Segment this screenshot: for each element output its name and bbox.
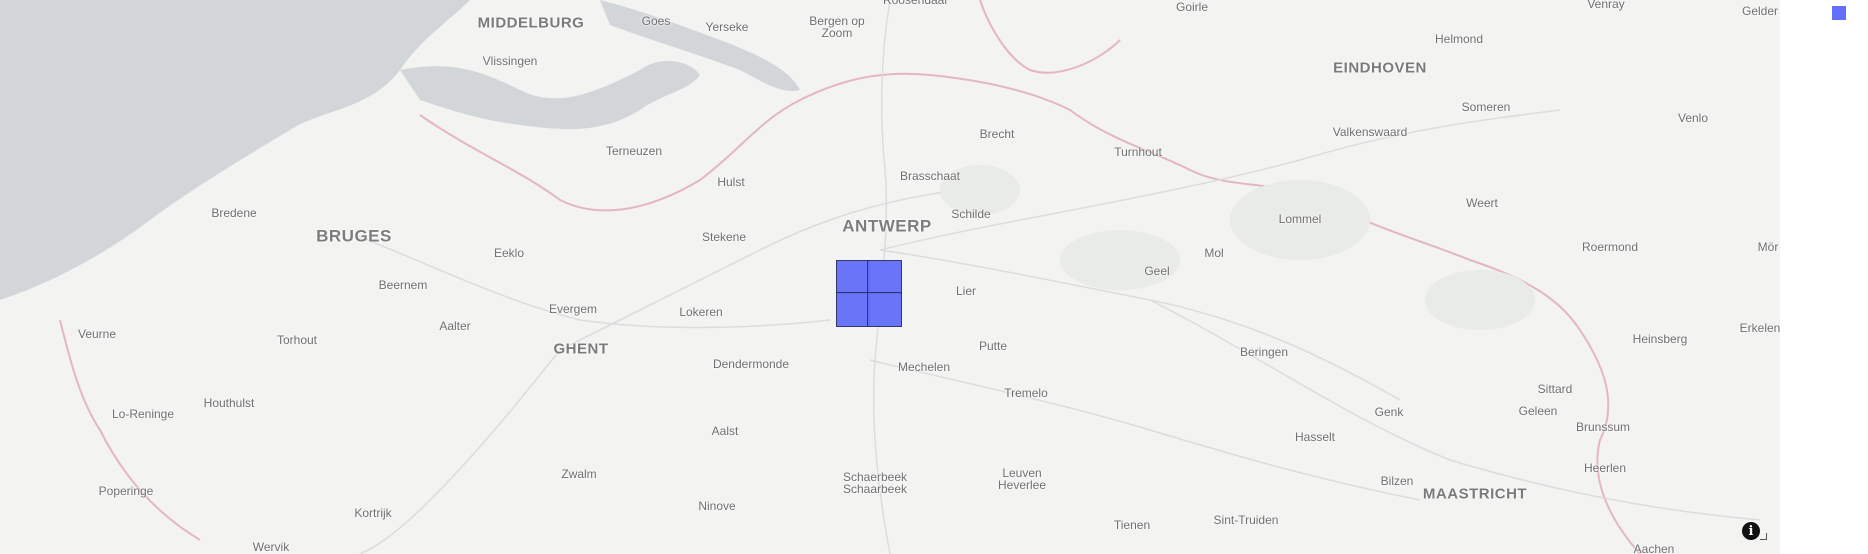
place-label-putte: Putte [978,339,1008,353]
place-label-venlo: Venlo [1677,111,1709,125]
place-label-kortrijk: Kortrijk [354,506,392,520]
place-label-lier: Lier [955,284,977,298]
place-label-sittard: Sittard [1537,382,1573,396]
resize-handle-icon [1760,533,1767,540]
place-label-sint-truiden: Sint-Truiden [1213,513,1279,527]
place-label-aachen: Aachen [1633,542,1675,554]
place-label-heinsberg: Heinsberg [1632,332,1688,346]
place-label-schilde: Schilde [951,207,991,221]
estuary [400,60,700,130]
grid-cell[interactable] [867,292,902,327]
place-label-stekene: Stekene [701,230,747,244]
place-label-houthulst: Houthulst [203,396,255,410]
place-label-tienen: Tienen [1113,518,1151,532]
place-label-hasselt: Hasselt [1294,430,1336,444]
place-label-goirle: Goirle [1175,0,1209,14]
border-line [59,319,201,541]
place-label-lo-reninge: Lo-Reninge [111,407,175,421]
place-label-goes: Goes [641,14,671,28]
place-label-brecht: Brecht [979,127,1015,141]
place-label-leuven: Leuven Heverlee [997,466,1047,492]
place-label-tremelo: Tremelo [1004,386,1048,400]
place-label-erkelen: Erkelen [1739,321,1780,335]
place-label-dendermonde: Dendermonde [712,357,790,371]
place-label-aalter: Aalter [439,319,471,333]
place-label-mol: Mol [1204,246,1224,260]
place-label-antwerp: ANTWERP [842,216,932,236]
place-label-mor: Mör [1757,240,1779,254]
place-label-lommel: Lommel [1278,212,1322,226]
place-label-schaerbeek: Schaerbeek Schaarbeek [842,470,908,496]
place-label-valkenswaard: Valkenswaard [1332,125,1408,139]
place-label-geleen: Geleen [1518,404,1558,418]
place-label-beernem: Beernem [378,278,428,292]
place-label-bruges: BRUGES [316,226,392,246]
place-label-turnhout: Turnhout [1114,145,1162,159]
place-label-beringen: Beringen [1239,345,1289,359]
place-label-eindhoven: EINDHOVEN [1333,59,1427,77]
place-label-yerseke: Yerseke [705,20,749,34]
place-label-gelder: Gelder [1741,4,1779,18]
place-label-hulst: Hulst [717,175,745,189]
place-label-zwalm: Zwalm [561,467,597,481]
place-label-ghent: GHENT [553,340,609,358]
place-label-bergen-op-zoom: Bergen op Zoom [809,14,865,40]
place-label-bredene: Bredene [211,206,257,220]
sea-area [0,0,470,300]
place-label-lokeren: Lokeren [679,305,723,319]
place-label-heerlen: Heerlen [1583,461,1627,475]
place-label-brunssum: Brunssum [1575,420,1631,434]
place-label-helmond: Helmond [1434,32,1484,46]
place-label-evergem: Evergem [548,302,598,316]
info-icon[interactable]: i [1742,522,1760,540]
place-label-someren: Someren [1461,100,1511,114]
place-label-brasschaat: Brasschaat [899,169,961,183]
place-label-middelburg: MIDDELBURG [477,14,585,32]
legend-swatch[interactable] [1832,6,1846,20]
place-label-genk: Genk [1374,405,1404,419]
legend[interactable] [1832,6,1846,20]
place-label-aalst: Aalst [711,424,739,438]
place-label-geel: Geel [1144,264,1170,278]
place-label-bilzen: Bilzen [1380,474,1414,488]
place-label-roosendaal: Roosendaal [882,0,948,7]
place-label-maastricht: MAASTRICHT [1422,485,1528,503]
place-label-terneuzen: Terneuzen [605,144,663,158]
grid-cell[interactable] [836,260,870,294]
place-label-vlissingen: Vlissingen [482,54,538,68]
place-label-mechelen: Mechelen [897,360,951,374]
grid-cell[interactable] [867,260,902,294]
place-label-weert: Weert [1466,196,1498,210]
map-canvas[interactable]: MIDDELBURG Goes Yerseke Bergen op Zoom Roose… [0,0,1780,554]
place-label-wervik: Wervik [252,540,290,554]
place-label-veurne: Veurne [77,327,117,341]
place-label-eeklo: Eeklo [493,246,525,260]
place-label-venray: Venray [1587,0,1625,11]
place-label-poperinge: Poperinge [98,484,154,498]
place-label-ninove: Ninove [698,499,736,513]
border-line [979,0,1121,74]
grid-cell[interactable] [836,292,870,327]
place-label-torhout: Torhout [276,333,318,347]
place-label-roermond: Roermond [1581,240,1639,254]
